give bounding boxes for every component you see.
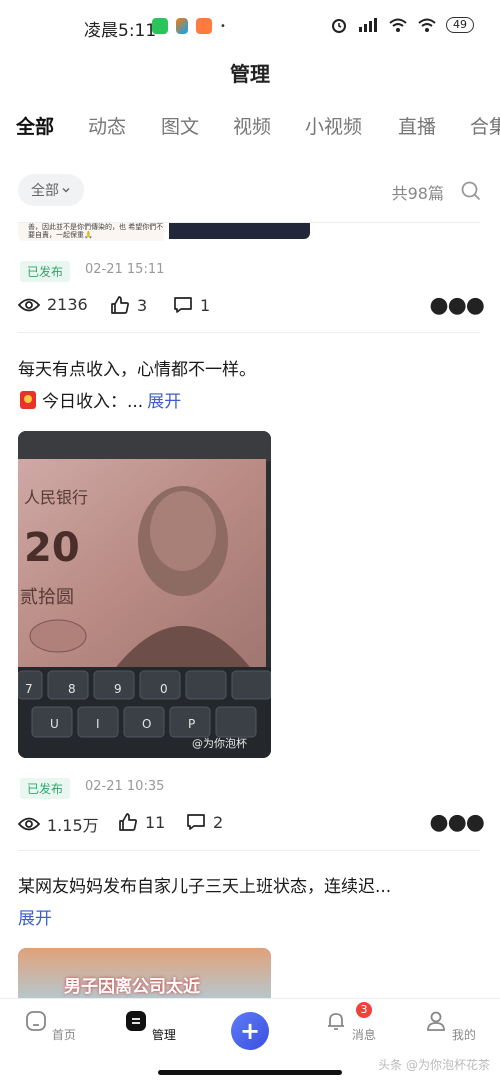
tab-video[interactable]: 视频 (233, 112, 271, 139)
svg-text:O: O (142, 717, 151, 731)
home-indicator[interactable] (158, 1070, 342, 1075)
search-icon[interactable] (460, 180, 482, 202)
nav-home-label: 首页 (51, 1028, 76, 1042)
expand-link[interactable]: 展开 (18, 904, 52, 929)
post-image[interactable]: 男子因离公司太近 (18, 948, 271, 998)
svg-text:U: U (50, 717, 59, 731)
home-icon (26, 1011, 46, 1031)
post-datetime: 02-21 15:11 (85, 262, 165, 277)
like-count[interactable]: 11 (118, 812, 165, 832)
cellular-signal-icon (359, 18, 377, 32)
status-time: 凌晨5:11 (84, 21, 157, 41)
comment-icon (187, 814, 205, 830)
comment-count-value: 1 (200, 295, 211, 315)
divider (18, 850, 480, 851)
svg-text:0: 0 (160, 682, 168, 696)
category-tabs: 全部 动态 图文 视频 小视频 直播 合集 (0, 112, 500, 144)
post-excerpt-text: 今日收入：... (42, 392, 144, 412)
view-count-value: 1.15万 (47, 816, 99, 835)
more-options-button[interactable]: ●●● (429, 293, 485, 318)
filter-label: 全部 (31, 183, 59, 199)
nav-messages-label: 消息 (351, 1028, 376, 1042)
comment-count[interactable]: 2 (186, 812, 223, 832)
svg-text:I: I (96, 717, 100, 731)
filter-bar: 全部 共98篇 (0, 172, 500, 208)
post-stats: 2136 3 1 ●●● (18, 293, 485, 319)
svg-text:7: 7 (25, 682, 33, 696)
post-image[interactable]: 人民银行 20 贰拾圆 7 8 9 0 U I O P @为你泡杯 (18, 431, 271, 758)
nav-home[interactable]: 首页 (15, 1009, 85, 1043)
nav-messages[interactable]: 消息 (315, 1009, 385, 1043)
create-post-button[interactable]: + (231, 1012, 269, 1050)
status-bar: 凌晨5:11 • 49 (0, 0, 500, 56)
tab-live[interactable]: 直播 (398, 112, 436, 139)
nav-mine-label: 我的 (451, 1028, 476, 1042)
tab-dynamic[interactable]: 动态 (88, 112, 126, 139)
comment-icon (174, 297, 192, 313)
banknote-denomination-text: 贰拾圆 (20, 587, 74, 608)
comment-count[interactable]: 1 (173, 295, 210, 315)
nav-manage-label: 管理 (151, 1028, 176, 1042)
image-caption: 男子因离公司太近 (64, 977, 200, 997)
status-badge: 已发布 (20, 261, 71, 282)
like-count-value: 3 (137, 295, 148, 315)
user-icon (427, 1011, 445, 1031)
eye-icon (18, 298, 40, 311)
watermark: 头条 @为你泡杯花茶 (378, 1058, 490, 1072)
view-count: 2136 (18, 295, 88, 314)
thumbs-up-icon (111, 296, 129, 314)
divider (18, 332, 480, 333)
post-excerpt[interactable]: 今日收入：... 展开 (18, 387, 181, 412)
image-watermark: @为你泡杯 (192, 736, 247, 750)
like-count-value: 11 (145, 812, 166, 832)
tab-all[interactable]: 全部 (16, 112, 54, 139)
view-count-value: 2136 (47, 295, 88, 314)
banknote-denomination: 20 (24, 525, 80, 571)
banknote-bank-text: 人民银行 (24, 488, 88, 507)
tab-short-video[interactable]: 小视频 (305, 112, 362, 139)
wifi-icon (389, 18, 407, 32)
post-datetime: 02-21 10:35 (85, 779, 165, 794)
status-badge: 已发布 (20, 778, 71, 799)
wifi-icon-2 (418, 18, 436, 32)
chevron-down-icon (62, 188, 70, 193)
battery-indicator: 49 (446, 17, 474, 33)
nav-manage[interactable]: 管理 (115, 1009, 185, 1043)
thumbs-up-icon (119, 813, 137, 831)
tab-graphic[interactable]: 图文 (161, 112, 199, 139)
status-right-icons: 49 (330, 16, 474, 34)
banknote-photo: 人民银行 20 贰拾圆 7 8 9 0 U I O P @为你泡杯 (18, 431, 271, 758)
more-notifications-icon: • (220, 20, 226, 32)
red-envelope-icon (20, 390, 36, 409)
wechat-icon (152, 18, 168, 34)
alarm-icon (332, 19, 346, 33)
tab-collection[interactable]: 合集 (470, 112, 500, 139)
status-notification-icons: • (152, 18, 226, 34)
manage-icon (126, 1011, 147, 1031)
app-notification-icon (196, 18, 212, 34)
comment-count-value: 2 (213, 812, 224, 832)
svg-text:P: P (188, 717, 195, 731)
svg-text:9: 9 (114, 682, 122, 696)
eye-icon (18, 817, 40, 831)
filter-dropdown[interactable]: 全部 (18, 174, 84, 206)
post-title[interactable]: 每天有点收入，心情都不一样。 (18, 355, 256, 380)
post-thumbnail-text: 善，因此並不是你們傳染的，也 希望你們不要自責，一起保重🙏 (18, 223, 164, 241)
more-options-button[interactable]: ●●● (429, 810, 485, 835)
page-title: 管理 (230, 62, 270, 86)
app-arrow-icon (176, 18, 188, 34)
notification-badge: 3 (356, 1002, 372, 1018)
post-thumbnail-image (169, 223, 310, 239)
view-count: 1.15万 (18, 812, 99, 836)
expand-link[interactable]: 展开 (147, 387, 181, 412)
post-count: 共98篇 (391, 184, 444, 203)
bell-icon (328, 1013, 345, 1030)
post-thumbnail-strip[interactable]: 善，因此並不是你們傳染的，也 希望你們不要自責，一起保重🙏 (18, 223, 310, 241)
nav-mine[interactable]: 我的 (415, 1009, 485, 1043)
post-stats: 1.15万 11 2 ●●● (18, 810, 485, 836)
post-title[interactable]: 某网友妈妈发布自家儿子三天上班状态，连续迟... (18, 872, 391, 897)
svg-text:8: 8 (68, 682, 76, 696)
like-count[interactable]: 3 (110, 295, 147, 315)
